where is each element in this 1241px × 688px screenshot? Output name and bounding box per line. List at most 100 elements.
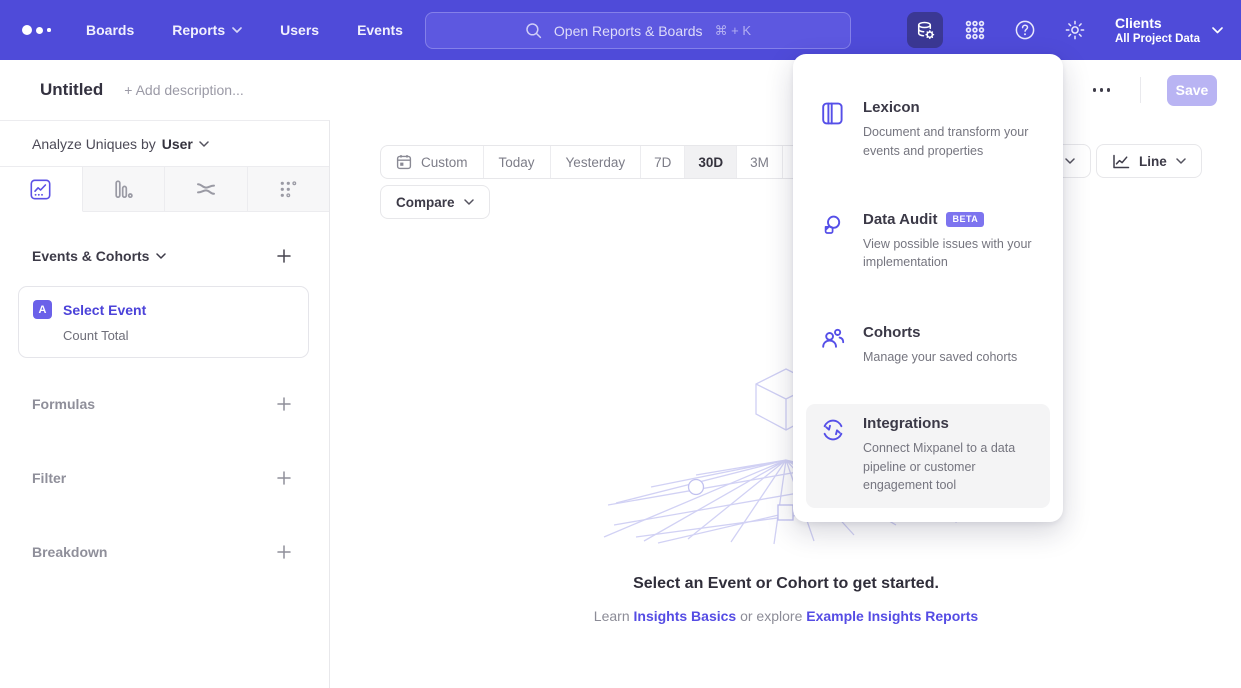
project-name: All Project Data xyxy=(1115,33,1200,45)
plus-icon xyxy=(277,471,291,485)
analyze-label: Analyze Uniques by xyxy=(32,136,156,152)
event-letter-badge: A xyxy=(33,300,52,319)
bar-chart-icon xyxy=(113,179,134,200)
menu-item-description: Document and transform your events and p… xyxy=(863,123,1036,161)
filter-label: Filter xyxy=(32,470,66,486)
tab-scatter-chart[interactable] xyxy=(248,167,330,212)
add-breakdown-button[interactable] xyxy=(275,543,293,561)
plus-icon xyxy=(277,545,291,559)
add-description-button[interactable]: + Add description... xyxy=(124,82,243,98)
menu-item-integrations[interactable]: Integrations Connect Mixpanel to a data … xyxy=(806,404,1050,508)
formulas-label: Formulas xyxy=(32,396,95,412)
menu-item-data-audit[interactable]: Data Audit BETA View possible issues wit… xyxy=(806,200,1050,286)
query-builder-sidebar: Analyze Uniques by User xyxy=(0,120,330,688)
data-management-icon xyxy=(915,20,936,41)
events-cohorts-section: Events & Cohorts xyxy=(0,247,329,265)
nav-right-controls: Clients All Project Data xyxy=(907,0,1223,60)
compare-button[interactable]: Compare xyxy=(380,185,490,219)
filter-section: Filter xyxy=(0,469,329,487)
nav-item-users[interactable]: Users xyxy=(280,22,319,38)
header-divider xyxy=(1140,77,1141,103)
chevron-down-icon xyxy=(1212,27,1223,34)
nav-item-events[interactable]: Events xyxy=(357,22,403,38)
insights-basics-link[interactable]: Insights Basics xyxy=(634,608,737,624)
example-insights-reports-link[interactable]: Example Insights Reports xyxy=(806,608,978,624)
add-formula-button[interactable] xyxy=(275,395,293,413)
search-icon xyxy=(525,22,542,39)
help-icon xyxy=(1014,19,1036,41)
report-canvas: Custom Today Yesterday 7D 30D 3M 6M Comp… xyxy=(331,120,1241,688)
top-navigation-bar: Boards Reports Users Events Open Reports… xyxy=(0,0,1241,60)
analyze-by-dropdown[interactable]: User xyxy=(162,136,209,152)
more-options-button[interactable] xyxy=(1089,84,1115,96)
lexicon-book-icon xyxy=(820,99,846,161)
chevron-down-icon xyxy=(156,253,166,259)
cohorts-people-icon xyxy=(820,324,846,367)
menu-item-description: View possible issues with your implement… xyxy=(863,235,1036,273)
add-event-button[interactable] xyxy=(275,247,293,265)
nav-item-boards[interactable]: Boards xyxy=(86,22,134,38)
date-range-yesterday[interactable]: Yesterday xyxy=(551,146,642,178)
chevron-down-icon xyxy=(1065,158,1075,164)
chevron-down-icon xyxy=(1176,158,1186,164)
menu-item-title: Lexicon xyxy=(863,99,1036,116)
tab-flow-chart[interactable] xyxy=(165,167,248,212)
empty-state-title: Select an Event or Cohort to get started… xyxy=(331,575,1241,593)
breakdown-section: Breakdown xyxy=(0,543,329,561)
plus-icon xyxy=(277,397,291,411)
add-filter-button[interactable] xyxy=(275,469,293,487)
search-shortcut-hint: ⌘ + K xyxy=(715,23,752,39)
chart-style-dropdown[interactable]: Line xyxy=(1096,144,1202,178)
events-cohorts-dropdown[interactable]: Events & Cohorts xyxy=(32,248,166,264)
date-range-custom[interactable]: Custom xyxy=(381,146,484,178)
tab-insights-line-chart[interactable] xyxy=(0,167,83,212)
data-management-button[interactable] xyxy=(907,12,943,48)
integrations-sync-icon xyxy=(820,415,846,495)
nav-item-reports[interactable]: Reports xyxy=(172,22,242,38)
project-switcher[interactable]: Clients All Project Data xyxy=(1115,15,1223,45)
empty-state: Select an Event or Cohort to get started… xyxy=(331,575,1241,624)
chevron-down-icon xyxy=(464,199,474,205)
data-management-menu: Lexicon Document and transform your even… xyxy=(793,54,1063,522)
breakdown-label: Breakdown xyxy=(32,544,107,560)
report-title[interactable]: Untitled xyxy=(40,80,103,100)
settings-button[interactable] xyxy=(1057,12,1093,48)
date-range-3m[interactable]: 3M xyxy=(737,146,783,178)
menu-item-cohorts[interactable]: Cohorts Manage your saved cohorts xyxy=(806,313,1050,380)
chevron-down-icon xyxy=(232,27,242,33)
select-event-card[interactable]: A Select Event Count Total xyxy=(18,286,309,358)
primary-nav: Boards Reports Users Events xyxy=(86,22,403,38)
mixpanel-logo-icon[interactable] xyxy=(22,25,68,35)
date-range-30d[interactable]: 30D xyxy=(685,146,737,178)
tab-bar-chart[interactable] xyxy=(83,167,166,212)
report-actions: Save xyxy=(1044,60,1218,120)
insights-line-chart-icon xyxy=(30,179,51,200)
menu-item-title: Data Audit xyxy=(863,211,937,228)
menu-item-description: Connect Mixpanel to a data pipeline or c… xyxy=(863,439,1036,495)
apps-grid-button[interactable] xyxy=(957,12,993,48)
global-search-input[interactable]: Open Reports & Boards ⌘ + K xyxy=(425,12,851,49)
menu-item-lexicon[interactable]: Lexicon Document and transform your even… xyxy=(806,88,1050,174)
count-total-label[interactable]: Count Total xyxy=(63,328,294,343)
select-event-label[interactable]: Select Event xyxy=(63,302,146,318)
save-button[interactable]: Save xyxy=(1167,75,1217,106)
search-placeholder: Open Reports & Boards xyxy=(554,23,703,39)
flow-sankey-icon xyxy=(195,178,217,200)
menu-item-title: Cohorts xyxy=(863,324,1017,341)
date-range-7d[interactable]: 7D xyxy=(641,146,685,178)
chart-type-tabs xyxy=(0,166,329,212)
calendar-icon xyxy=(396,154,412,170)
data-audit-magnifier-icon xyxy=(820,211,846,273)
help-button[interactable] xyxy=(1007,12,1043,48)
scatter-dots-icon xyxy=(278,179,299,200)
date-range-today[interactable]: Today xyxy=(484,146,551,178)
apps-grid-icon xyxy=(964,19,986,41)
formulas-section: Formulas xyxy=(0,395,329,413)
menu-item-description: Manage your saved cohorts xyxy=(863,348,1017,367)
beta-badge: BETA xyxy=(946,212,984,227)
menu-item-title: Integrations xyxy=(863,415,1036,432)
line-chart-icon xyxy=(1112,154,1130,169)
plus-icon xyxy=(277,249,291,263)
organization-name: Clients xyxy=(1115,15,1200,31)
gear-icon xyxy=(1064,19,1086,41)
